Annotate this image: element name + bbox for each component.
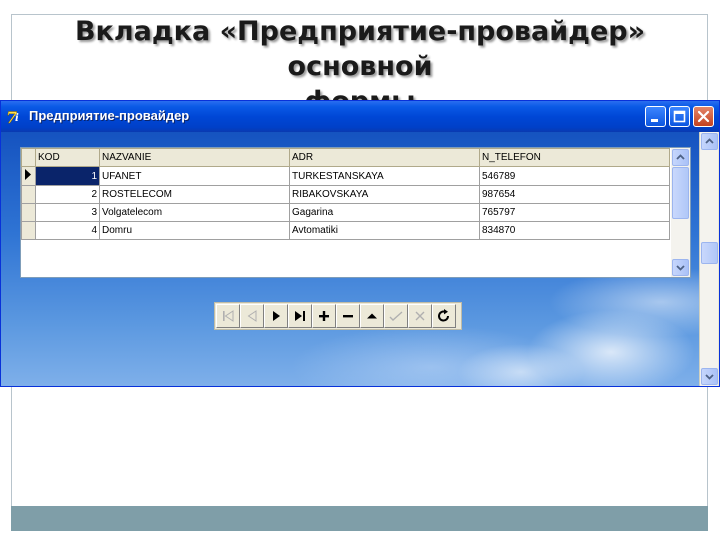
row-pointer-icon	[25, 169, 31, 180]
delphi-app-icon: 7 i	[6, 108, 19, 127]
nav-post-button[interactable]	[384, 304, 408, 328]
column-header-kod[interactable]: KOD	[35, 148, 100, 167]
cell-kod[interactable]: 3	[35, 203, 100, 222]
refresh-data-icon	[438, 309, 450, 322]
table-row[interactable]: 3 Volgatelecom Gagarina 765797	[21, 203, 670, 222]
cell-adr[interactable]: TURKESTANSKAYA	[289, 166, 480, 186]
edit-record-icon	[367, 313, 377, 319]
cell-nazvanie[interactable]: Volgatelecom	[99, 203, 290, 222]
slide-footer-bar	[11, 506, 708, 531]
nav-insert-button[interactable]	[312, 304, 336, 328]
grid-header-row: KOD NAZVANIE ADR N_TELEFON	[21, 148, 670, 167]
table-row[interactable]: 1 UFANET TURKESTANSKAYA 546789	[21, 166, 670, 186]
window-titlebar[interactable]: 7 i Предприятие-провайдер	[1, 101, 719, 132]
table-row[interactable]: 2 ROSTELECOM RIBAKOVSKAYA 987654	[21, 185, 670, 204]
nav-delete-button[interactable]	[336, 304, 360, 328]
cell-kod[interactable]: 1	[35, 166, 100, 186]
cell-nazvanie[interactable]: UFANET	[99, 166, 290, 186]
slide-title-line-1: Вкладка «Предприятие-провайдер» основной	[74, 16, 646, 82]
row-indicator	[21, 203, 36, 222]
next-record-icon	[273, 311, 280, 321]
table-row[interactable]: 4 Domru Avtomatiki 834870	[21, 221, 670, 240]
close-icon	[697, 110, 710, 123]
grid-scroll-down-button[interactable]	[672, 259, 689, 276]
cell-n-telefon[interactable]: 834870	[479, 221, 670, 240]
window-scroll-thumb[interactable]	[701, 242, 718, 264]
cell-kod[interactable]: 4	[35, 221, 100, 240]
window-vertical-scrollbar[interactable]	[699, 132, 718, 386]
cell-adr[interactable]: Avtomatiki	[289, 221, 480, 240]
insert-record-icon	[319, 311, 329, 321]
nav-last-button[interactable]	[288, 304, 312, 328]
cell-adr[interactable]: Gagarina	[289, 203, 480, 222]
column-header-adr[interactable]: ADR	[289, 148, 480, 167]
row-indicator	[21, 185, 36, 204]
window-scroll-up-button[interactable]	[701, 133, 718, 150]
cell-n-telefon[interactable]: 546789	[479, 166, 670, 186]
grid-scroll-up-button[interactable]	[672, 149, 689, 166]
db-grid-body: KOD NAZVANIE ADR N_TELEFON 1 UFANET TURK…	[21, 148, 671, 277]
svg-text:i: i	[15, 113, 19, 124]
chevron-down-icon	[705, 374, 714, 380]
cell-n-telefon[interactable]: 987654	[479, 185, 670, 204]
close-button[interactable]	[693, 106, 714, 127]
column-header-n-telefon[interactable]: N_TELEFON	[479, 148, 670, 167]
grid-scroll-thumb[interactable]	[672, 167, 689, 219]
delete-record-icon	[343, 315, 353, 318]
first-record-icon	[223, 310, 234, 322]
indicator-header	[21, 148, 36, 167]
nav-refresh-button[interactable]	[432, 304, 456, 328]
last-record-icon	[295, 311, 305, 321]
current-row-indicator	[21, 166, 36, 186]
maximize-button[interactable]	[669, 106, 690, 127]
cell-nazvanie[interactable]: Domru	[99, 221, 290, 240]
nav-cancel-button[interactable]	[408, 304, 432, 328]
window-title: Предприятие-провайдер	[29, 108, 190, 123]
chevron-up-icon	[705, 138, 714, 144]
window-scroll-down-button[interactable]	[701, 368, 718, 385]
minimize-icon	[651, 119, 658, 122]
cell-kod[interactable]: 2	[35, 185, 100, 204]
cell-adr[interactable]: RIBAKOVSKAYA	[289, 185, 480, 204]
column-header-nazvanie[interactable]: NAZVANIE	[99, 148, 290, 167]
minimize-button[interactable]	[645, 106, 666, 127]
maximize-icon	[673, 110, 686, 123]
cancel-edit-icon	[415, 311, 425, 321]
db-grid-table: KOD NAZVANIE ADR N_TELEFON 1 UFANET TURK…	[21, 148, 670, 240]
cell-n-telefon[interactable]: 765797	[479, 203, 670, 222]
db-grid[interactable]: KOD NAZVANIE ADR N_TELEFON 1 UFANET TURK…	[20, 147, 691, 278]
db-navigator	[214, 302, 462, 330]
nav-first-button[interactable]	[216, 304, 240, 328]
prior-record-icon	[247, 310, 257, 322]
chevron-up-icon	[676, 154, 685, 160]
grid-vertical-scrollbar[interactable]	[671, 148, 690, 277]
nav-edit-button[interactable]	[360, 304, 384, 328]
nav-prior-button[interactable]	[240, 304, 264, 328]
post-edit-icon	[389, 311, 403, 321]
row-indicator	[21, 221, 36, 240]
nav-next-button[interactable]	[264, 304, 288, 328]
cell-nazvanie[interactable]: ROSTELECOM	[99, 185, 290, 204]
chevron-down-icon	[676, 265, 685, 271]
